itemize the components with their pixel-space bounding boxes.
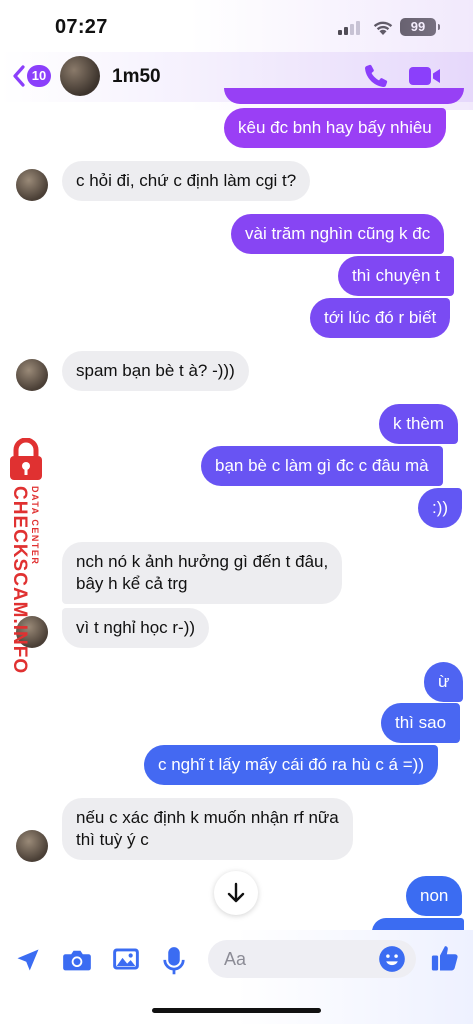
status-time: 07:27 <box>55 16 108 38</box>
phone-icon[interactable] <box>362 62 390 90</box>
cellular-signal-icon <box>338 21 366 35</box>
message-incoming[interactable]: c hỏi đi, chứ c định làm cgi t? <box>62 161 311 201</box>
message-outgoing[interactable]: thì chuyện t <box>338 256 454 296</box>
wifi-icon <box>373 21 393 35</box>
message-outgoing[interactable]: kêu đc bnh hay bấy nhiêu <box>224 108 446 148</box>
video-camera-icon[interactable] <box>408 64 442 88</box>
unread-count-badge: 10 <box>27 65 51 87</box>
smiley-icon[interactable] <box>378 945 406 973</box>
message-bubble-clipped <box>224 88 464 104</box>
home-indicator <box>152 1008 321 1013</box>
battery-indicator: 99 <box>400 18 440 36</box>
contact-name[interactable]: 1m50 <box>112 66 161 88</box>
message-incoming[interactable]: spam bạn bè t à? -))) <box>62 351 249 391</box>
watermark-text: CHECKSCAM.INFO <box>9 486 30 675</box>
message-outgoing[interactable]: k thèm <box>379 404 459 444</box>
message-line: bây h kể cả trg <box>76 574 188 593</box>
message-incoming[interactable]: nch nó k ảnh hưởng gì đến t đâu, bây h k… <box>62 542 343 604</box>
message-line: nếu c xác định k muốn nhận rf nữa <box>76 808 339 827</box>
back-button[interactable]: 10 <box>12 62 51 90</box>
message-outgoing[interactable]: tới lúc đó r biết <box>310 298 451 338</box>
message-line: nch nó k ảnh hưởng gì đến t đâu, <box>76 552 329 571</box>
watermark-subtext: DATA CENTER <box>30 486 40 566</box>
chevron-left-icon <box>13 65 25 87</box>
photo-icon[interactable] <box>112 946 140 972</box>
contact-avatar-small <box>16 830 48 862</box>
message-outgoing[interactable]: thì sao <box>381 703 461 743</box>
lock-icon <box>10 438 42 480</box>
contact-avatar-small <box>16 169 48 201</box>
message-outgoing[interactable]: bạn bè c làm gì đc c đâu mà <box>201 446 443 486</box>
status-bar: 07:27 99 <box>0 0 473 52</box>
message-outgoing[interactable]: c nghĩ t lấy mấy cái đó ra hù c á =)) <box>144 745 438 785</box>
message-outgoing[interactable]: non <box>406 876 463 916</box>
camera-icon[interactable] <box>62 946 92 974</box>
scroll-to-bottom-button[interactable] <box>214 871 258 915</box>
location-arrow-icon[interactable] <box>14 946 42 974</box>
message-outgoing[interactable]: :)) <box>418 488 463 528</box>
message-incoming[interactable]: vì t nghỉ học r-)) <box>62 608 210 648</box>
message-outgoing[interactable]: vài trăm nghìn cũng k đc <box>231 214 445 254</box>
message-incoming[interactable]: nếu c xác định k muốn nhận rf nữa thì tu… <box>62 798 353 860</box>
contact-avatar-small <box>16 359 48 391</box>
message-outgoing[interactable]: ừ <box>424 662 464 702</box>
watermark: CHECKSCAM.INFO DATA CENTER <box>0 430 52 674</box>
arrow-down-icon <box>227 882 245 903</box>
message-line: thì tuỳ ý c <box>76 830 149 849</box>
thumbs-up-icon[interactable] <box>430 943 460 973</box>
microphone-icon[interactable] <box>162 946 186 976</box>
contact-avatar[interactable] <box>60 56 100 96</box>
